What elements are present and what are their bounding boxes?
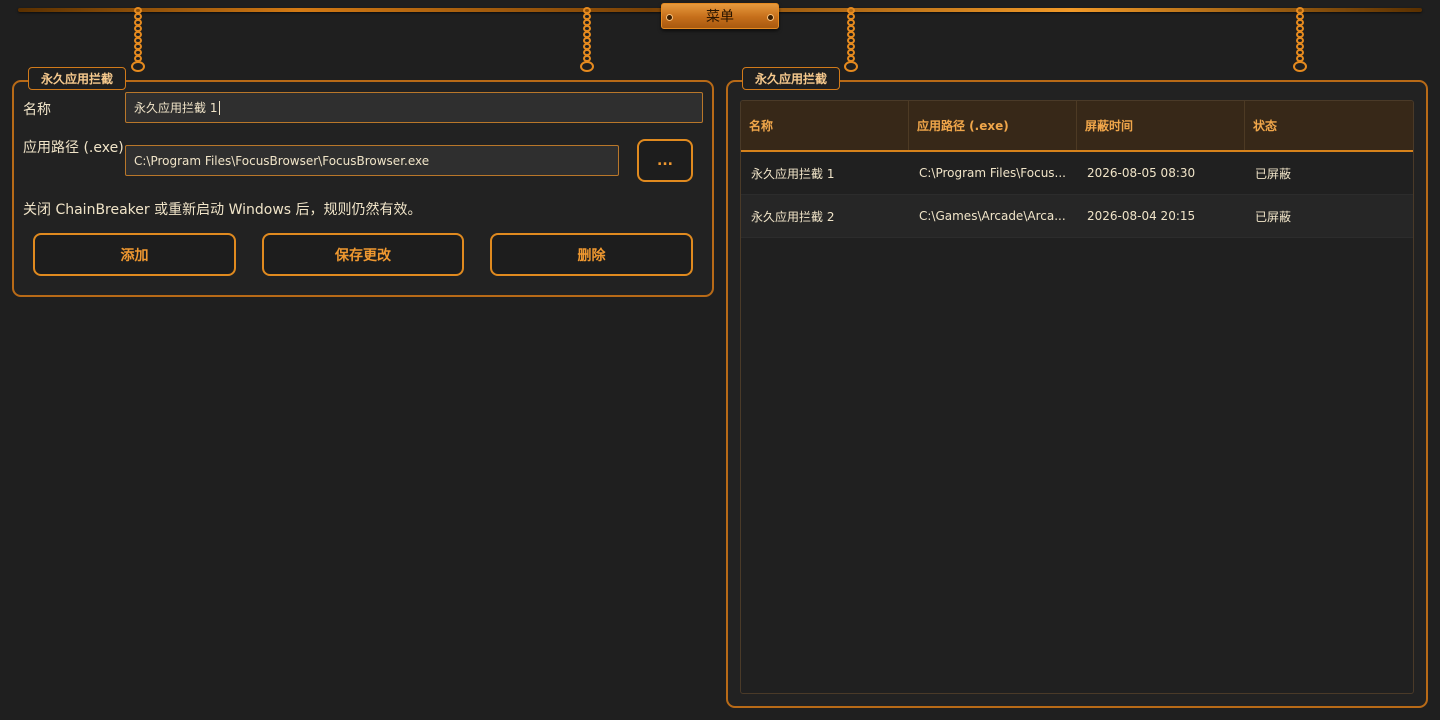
column-header-name[interactable]: 名称 [741,101,909,150]
menu-label: 菜单 [706,9,734,25]
table-row[interactable]: 永久应用拦截 1 C:\Program Files\Focus... 2026-… [741,152,1413,195]
app-path-value: C:\Program Files\FocusBrowser\FocusBrows… [134,153,430,168]
persistence-note: 关闭 ChainBreaker 或重新启动 Windows 后，规则仍然有效。 [23,202,422,218]
chain-decoration [580,7,594,72]
column-header-status[interactable]: 状态 [1245,101,1413,150]
column-header-path[interactable]: 应用路径 (.exe) [909,101,1077,150]
rivet-icon [666,14,673,21]
app-path-label: 应用路径 (.exe) [23,140,124,156]
name-label: 名称 [23,102,51,118]
text-caret [219,100,221,115]
rivet-icon [767,14,774,21]
rule-list-title: 永久应用拦截 [742,67,840,90]
cell-status: 已屏蔽 [1255,209,1292,224]
chain-decoration [844,7,858,72]
cell-blocked-time: 2026-08-05 08:30 [1087,166,1196,180]
table-header: 名称 应用路径 (.exe) 屏蔽时间 状态 [741,101,1413,152]
rule-editor-title: 永久应用拦截 [28,67,126,90]
cell-name: 永久应用拦截 1 [751,166,835,181]
rules-table: 名称 应用路径 (.exe) 屏蔽时间 状态 永久应用拦截 1 C:\Progr… [740,100,1414,694]
cell-path: C:\Program Files\Focus... [919,166,1066,180]
chain-decoration [1293,7,1307,72]
cell-status: 已屏蔽 [1255,166,1292,181]
table-row[interactable]: 永久应用拦截 2 C:\Games\Arcade\Arca... 2026-08… [741,195,1413,238]
app-path-input[interactable]: C:\Program Files\FocusBrowser\FocusBrows… [125,145,619,176]
cell-name: 永久应用拦截 2 [751,209,835,224]
add-button[interactable]: 添加 [33,233,236,276]
save-changes-button[interactable]: 保存更改 [262,233,464,276]
chain-decoration [131,7,145,72]
name-input[interactable]: 永久应用拦截 1 [125,92,703,123]
name-input-value: 永久应用拦截 1 [134,101,218,115]
column-header-blocked-time[interactable]: 屏蔽时间 [1077,101,1245,150]
cell-blocked-time: 2026-08-04 20:15 [1087,209,1196,223]
menu-button[interactable]: 菜单 [661,3,779,29]
browse-button[interactable]: ... [637,139,693,182]
delete-button[interactable]: 删除 [490,233,693,276]
cell-path: C:\Games\Arcade\Arca... [919,209,1066,223]
